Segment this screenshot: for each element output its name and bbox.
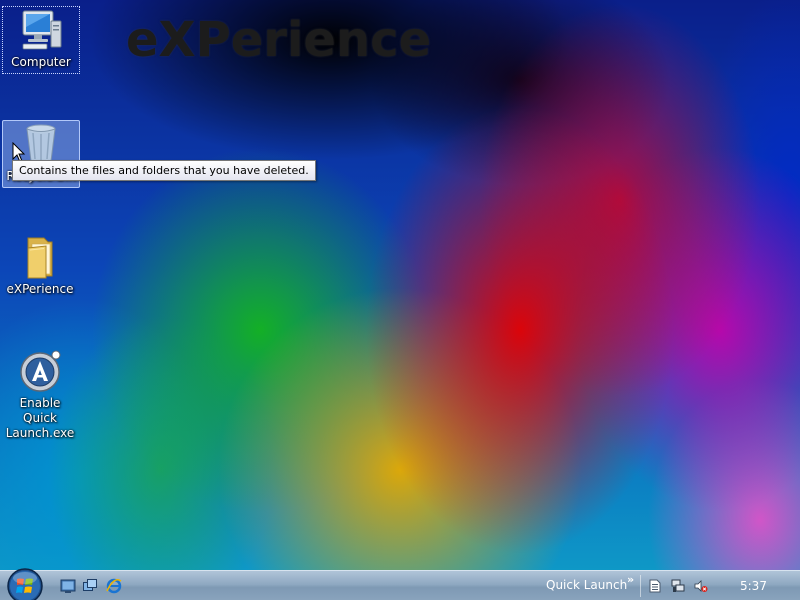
desktop-icon-label: Computer	[11, 55, 71, 69]
desktop-icon-computer[interactable]: Computer	[2, 6, 80, 74]
switch-windows-icon[interactable]	[82, 578, 98, 594]
taskbar-clock[interactable]: 5:37	[740, 579, 767, 593]
wallpaper	[0, 0, 800, 600]
desktop-icon-experience-folder[interactable]: eXPerience	[2, 234, 78, 300]
computer-icon	[22, 10, 62, 50]
desktop-icon-label: eXPerience	[6, 282, 74, 296]
desktop-icon-enable-quick-launch[interactable]: Enable Quick Launch.exe	[2, 348, 78, 440]
tooltip: Contains the files and folders that you …	[12, 160, 316, 181]
taskbar: Quick Launch » 5:37	[0, 567, 800, 600]
desktop[interactable]: eXPerience Computer Recycle Bin	[0, 0, 800, 600]
quick-launch-app-icon	[20, 350, 61, 392]
chevron-icon[interactable]: »	[627, 573, 634, 586]
internet-explorer-icon[interactable]	[106, 578, 122, 594]
wallpaper-watermark: eXPerience	[126, 12, 432, 68]
windows-orb-icon[interactable]	[6, 567, 44, 600]
volume-muted-icon[interactable]	[694, 579, 708, 593]
folder-icon	[27, 237, 53, 279]
document-icon[interactable]	[648, 579, 662, 593]
network-icon[interactable]	[671, 579, 685, 593]
quick-launch-label[interactable]: Quick Launch	[546, 578, 627, 592]
tray-separator	[640, 575, 641, 597]
show-desktop-icon[interactable]	[60, 578, 76, 594]
desktop-icon-label: Enable Quick Launch.exe	[5, 396, 75, 440]
